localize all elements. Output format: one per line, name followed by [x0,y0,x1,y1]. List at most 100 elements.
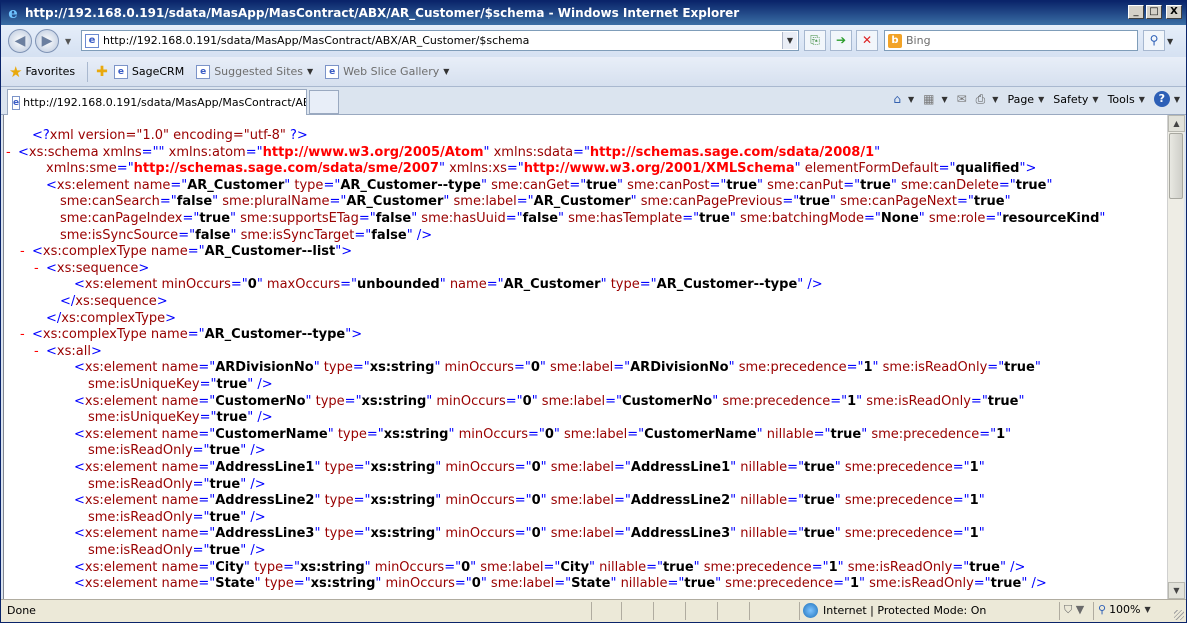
zoom-control[interactable]: ⚲ 100% ▼ [1098,603,1151,616]
xml-token: < [74,526,85,542]
xml-token: sme:isSyncSource [60,227,179,243]
favorite-suggested-sites[interactable]: e Suggested Sites ▼ [196,64,313,79]
address-dropdown-button[interactable]: ▼ [782,32,797,49]
collapse-toggle[interactable]: - [20,327,32,343]
title-bar[interactable]: e http://192.168.0.191/sdata/MasApp/MasC… [1,1,1186,25]
search-button[interactable]: ⚲ [1143,30,1165,51]
zoom-level: 100% [1109,603,1141,616]
xml-token: =" [505,393,523,409]
xml-token: xs:complexType [42,244,147,260]
xml-line: </xs:complexType> [46,311,176,328]
collapse-toggle[interactable]: - [6,145,18,161]
maximize-button[interactable]: □ [1146,5,1162,19]
xml-token: minOccurs [381,576,455,592]
xml-token: =" [952,559,970,575]
xml-token: =" [198,576,216,592]
xml-token: " [874,144,881,160]
status-panel [591,602,592,620]
xml-token: unbounded [357,277,440,293]
status-text: Done [7,604,36,617]
xml-token: xs:string [361,393,427,409]
xml-token: sme:isReadOnly [88,476,193,492]
xml-line: <xs:element name="AddressLine3" type="xs… [74,526,985,543]
xml-line: sme:canSearch="false" sme:pluralName="AR… [60,194,1011,211]
collapse-toggle[interactable]: - [34,261,46,277]
address-input[interactable]: http://192.168.0.191/sdata/MasApp/MasCon… [103,34,782,47]
xml-token: sme:hasUuid [417,211,506,226]
chevron-down-icon[interactable]: ▼ [941,95,947,104]
xml-token: =" [830,393,848,409]
xml-token: true [804,493,835,509]
xml-line: <xs:element name="AddressLine1" type="xs… [74,460,985,477]
tab-schema[interactable]: e http://192.168.0.191/sdata/MasApp/MasC… [7,89,307,115]
favorites-button[interactable]: ★ Favorites [9,63,75,81]
favorite-sagecrm[interactable]: e SageCRM [113,64,184,79]
recent-pages-dropdown[interactable]: ▼ [65,37,71,46]
safety-menu[interactable]: Safety ▼ [1053,93,1098,106]
protected-mode-icon[interactable]: ⛉ ▼ [1064,603,1084,617]
security-zone[interactable]: Internet | Protected Mode: On [803,603,986,618]
scroll-down-button[interactable]: ▼ [1168,582,1185,599]
go-button[interactable]: ➔ [830,30,852,51]
xml-token: =" [293,576,311,592]
xml-token: name [157,426,199,442]
xml-token: =" [170,177,188,193]
feeds-icon[interactable]: ▦ [923,92,934,106]
xml-token: " /> [1021,576,1047,592]
search-input[interactable]: Bing [906,34,931,47]
help-button[interactable]: ? ▼ [1153,91,1180,107]
stop-button[interactable]: ✕ [856,30,878,51]
xml-token: =" [952,460,970,475]
xml-token: xs:element [84,277,158,293]
xml-token: sme:canPost [622,177,710,193]
xml-line: xmlns:sme="http://schemas.sage.com/sdata… [46,161,1036,178]
xml-token: AR_Customer--type [340,177,481,193]
chevron-down-icon[interactable]: ▼ [908,95,914,104]
address-bar[interactable]: e http://192.168.0.191/sdata/MasApp/MasC… [81,30,799,51]
xml-token: " [1046,177,1053,193]
tools-menu[interactable]: Tools ▼ [1108,93,1145,106]
xml-token: true [860,177,891,193]
forward-button[interactable]: ▶ [35,29,59,53]
minimize-button[interactable]: _ [1128,5,1144,19]
xml-token: =" [199,377,217,392]
xml-line: <xs:element name="CustomerName" type="xs… [74,427,1011,444]
add-favorites-icon[interactable]: ✚ [96,64,108,80]
search-box[interactable]: b Bing [884,30,1138,51]
xml-token: =" [527,426,545,442]
compatibility-view-button[interactable]: ⎘ [804,30,826,51]
page-content[interactable]: <?xml version="1.0" encoding="utf-8" ?> -… [3,115,1167,599]
vertical-scrollbar[interactable]: ▲ ▼ [1167,115,1185,599]
mail-icon[interactable]: ✉ [957,92,967,106]
collapse-toggle[interactable]: - [34,344,46,360]
back-button[interactable]: ◀ [8,29,32,53]
status-panel [653,602,654,620]
resize-grip[interactable] [1174,610,1184,620]
xml-line: sme:isReadOnly="true" /> [88,510,266,527]
xml-token: 0 [471,576,481,592]
home-icon[interactable]: ⌂ [893,92,901,106]
xml-token: =" [614,526,631,542]
zoom-icon: ⚲ [1098,603,1107,616]
favorite-web-slice-gallery[interactable]: e Web Slice Gallery ▼ [325,64,449,79]
xml-token: sme:isReadOnly [878,360,988,376]
xml-token: AddressLine3 [630,526,731,542]
xml-token: =" [187,327,205,343]
xml-token: true [586,177,617,193]
new-tab-button[interactable] [309,90,339,114]
page-menu[interactable]: Page ▼ [1007,93,1044,106]
chevron-down-icon[interactable]: ▼ [992,95,998,104]
scroll-thumb[interactable] [1169,133,1183,199]
print-icon[interactable]: ⎙ [976,92,986,107]
search-options-dropdown[interactable]: ▼ [1167,37,1173,46]
xml-token: qualified [955,161,1020,177]
collapse-toggle[interactable]: - [20,244,32,260]
xml-token: sme:isReadOnly [862,393,971,409]
xml-token: =" [245,144,263,160]
xml-token: " [978,526,985,542]
xml-token: false [371,227,407,243]
scroll-up-button[interactable]: ▲ [1168,115,1185,132]
globe-icon [803,603,818,618]
close-button[interactable]: X [1166,5,1182,19]
xml-line: </xs:sequence> [60,294,168,311]
